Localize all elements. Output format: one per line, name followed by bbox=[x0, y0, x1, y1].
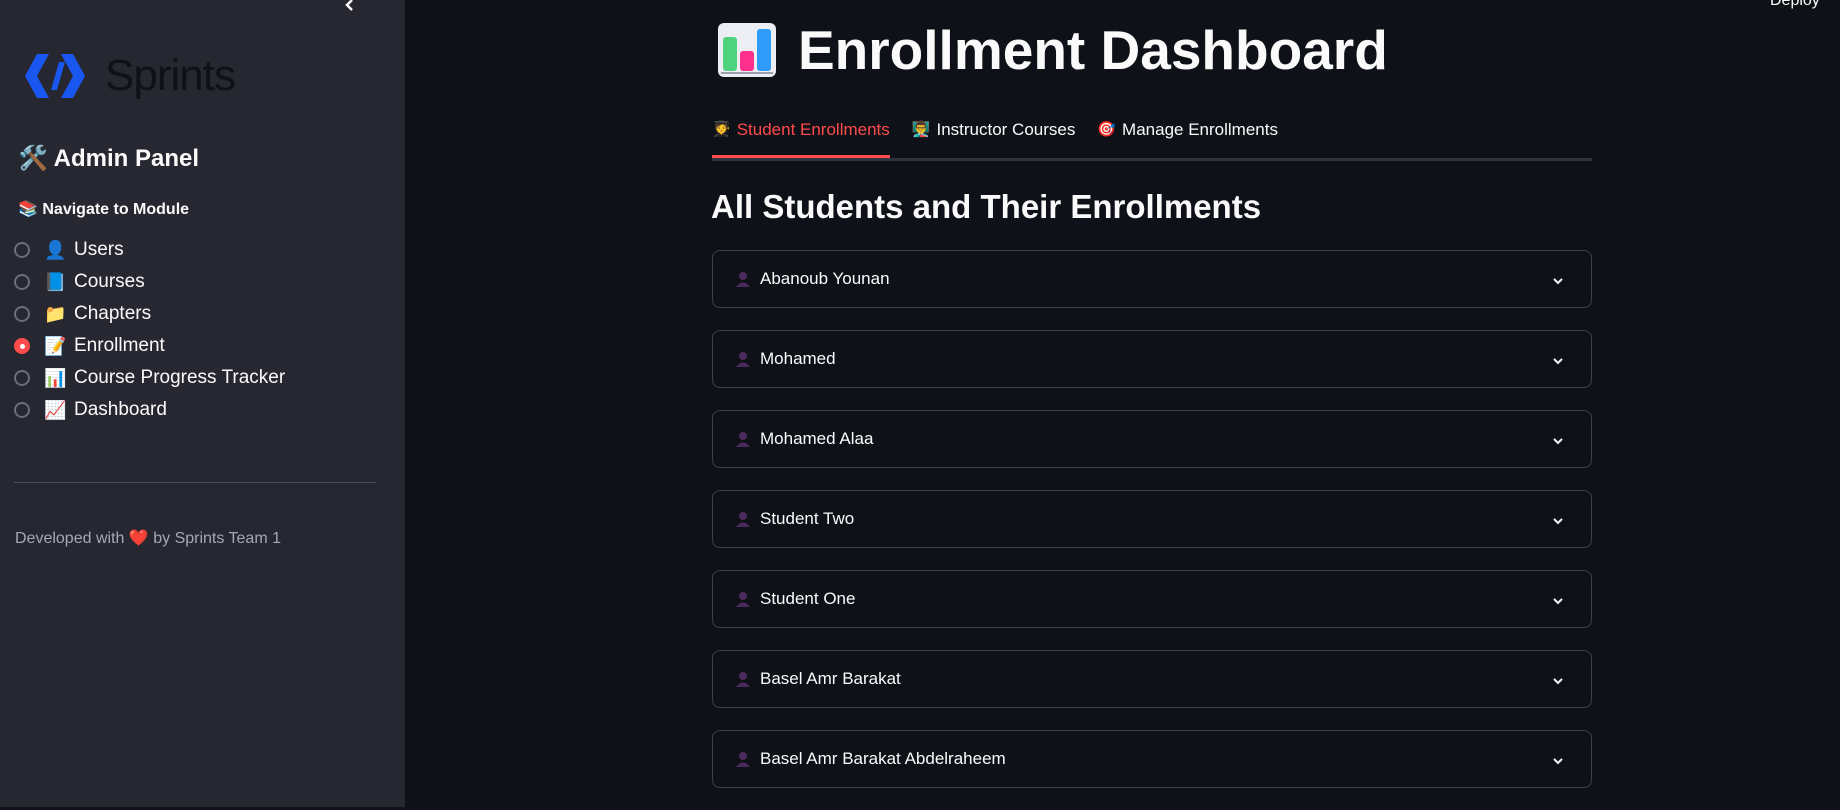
student-name: Basel Amr Barakat bbox=[760, 669, 901, 688]
sidebar-item-users[interactable]: 👤 Users bbox=[14, 234, 285, 266]
sidebar-item-label: Enrollment bbox=[74, 335, 165, 356]
nav-label: 📚 Navigate to Module bbox=[18, 201, 190, 218]
tab-emoji-icon: 👨‍🏫 bbox=[911, 121, 931, 138]
student-name: Basel Amr Barakat Abdelraheem bbox=[760, 749, 1006, 768]
footer-suffix: by Sprints Team 1 bbox=[153, 530, 281, 547]
sidebar-item-label: Chapters bbox=[74, 303, 152, 324]
tab-manage-enrollments[interactable]: 🎯 Manage Enrollments bbox=[1097, 112, 1278, 155]
sidebar-item-label: Course Progress Tracker bbox=[74, 367, 286, 388]
module-radio-group: 👤 Users 📘 Courses 📁 Chapters 📝 Enrollment 📊 Cours… bbox=[14, 234, 285, 426]
student-expander[interactable]: Student One bbox=[712, 570, 1592, 628]
sprints-logo-icon bbox=[25, 54, 85, 98]
sprints-logo: Sprints bbox=[15, 50, 236, 102]
person-icon bbox=[735, 351, 751, 367]
tab-label: Instructor Courses bbox=[936, 120, 1076, 139]
person-icon bbox=[735, 591, 751, 607]
radio-button[interactable] bbox=[14, 338, 30, 354]
nav-emoji-icon: 📊 bbox=[44, 367, 67, 388]
sidebar-item-course-progress-tracker[interactable]: 📊 Course Progress Tracker bbox=[14, 362, 285, 394]
sidebar-item-chapters[interactable]: 📁 Chapters bbox=[14, 298, 285, 330]
sidebar-item-enrollment[interactable]: 📝 Enrollment bbox=[14, 330, 285, 362]
person-icon bbox=[735, 271, 751, 287]
student-expander[interactable]: Student Two bbox=[712, 490, 1592, 548]
student-expander[interactable]: Mohamed bbox=[712, 330, 1592, 388]
sidebar-item-dashboard[interactable]: 📈 Dashboard bbox=[14, 394, 285, 426]
deploy-button[interactable]: Deploy bbox=[1770, 0, 1820, 10]
student-expander[interactable]: Abanoub Younan bbox=[712, 250, 1592, 308]
tab-label: Student Enrollments bbox=[736, 120, 890, 139]
radio-button[interactable] bbox=[14, 370, 30, 386]
sidebar-item-label: Users bbox=[74, 239, 124, 260]
person-icon bbox=[735, 431, 751, 447]
student-name: Student Two bbox=[760, 509, 855, 528]
student-name: Student One bbox=[760, 589, 856, 608]
person-icon bbox=[735, 511, 751, 527]
chevron-down-icon[interactable] bbox=[1553, 353, 1563, 365]
chevron-down-icon[interactable] bbox=[1553, 593, 1563, 605]
sidebar: Sprints 🛠️ Admin Panel 📚 Navigate to Mod… bbox=[0, 0, 405, 807]
radio-button[interactable] bbox=[14, 274, 30, 290]
tab-label: Manage Enrollments bbox=[1122, 120, 1278, 139]
sidebar-divider bbox=[14, 482, 376, 483]
chevron-down-icon[interactable] bbox=[1553, 273, 1563, 285]
heart-icon: ❤️ bbox=[128, 530, 149, 547]
page-title: Enrollment Dashboard bbox=[718, 18, 1388, 82]
student-expander[interactable]: Mohamed Alaa bbox=[712, 410, 1592, 468]
sidebar-item-courses[interactable]: 📘 Courses bbox=[14, 266, 285, 298]
section-title: All Students and Their Enrollments bbox=[711, 188, 1262, 225]
nav-emoji-icon: 📝 bbox=[44, 335, 67, 356]
student-name: Mohamed bbox=[760, 349, 836, 368]
sidebar-item-label: Courses bbox=[74, 271, 145, 292]
radio-button[interactable] bbox=[14, 402, 30, 418]
chevron-left-icon[interactable] bbox=[343, 0, 363, 14]
nav-emoji-icon: 👤 bbox=[44, 239, 67, 260]
sidebar-footer: Developed with ❤️ by Sprints Team 1 bbox=[15, 528, 281, 548]
student-name: Abanoub Younan bbox=[760, 269, 890, 288]
student-expander[interactable]: Basel Amr Barakat Abdelraheem bbox=[712, 730, 1592, 788]
footer-prefix: Developed with bbox=[15, 530, 125, 547]
student-expander[interactable]: Basel Amr Barakat bbox=[712, 650, 1592, 708]
tab-bar: 🧑‍🎓 Student Enrollments 👨‍🏫 Instructor Cour… bbox=[712, 112, 1592, 161]
page-title-text: Enrollment Dashboard bbox=[798, 19, 1388, 81]
chevron-down-icon[interactable] bbox=[1553, 513, 1563, 525]
student-expander-list: Abanoub Younan Mohamed Mohamed Alaa Student… bbox=[712, 250, 1592, 810]
panel-title: 🛠️ Admin Panel bbox=[18, 145, 200, 172]
chevron-down-icon[interactable] bbox=[1553, 753, 1563, 765]
nav-emoji-icon: 📈 bbox=[44, 399, 67, 420]
radio-button[interactable] bbox=[14, 242, 30, 258]
chevron-down-icon[interactable] bbox=[1553, 433, 1563, 445]
tab-instructor-courses[interactable]: 👨‍🏫 Instructor Courses bbox=[912, 112, 1076, 155]
tab-emoji-icon: 🎯 bbox=[1097, 121, 1117, 138]
logo-text: Sprints bbox=[105, 51, 236, 100]
sidebar-item-label: Dashboard bbox=[74, 399, 167, 420]
student-name: Mohamed Alaa bbox=[760, 429, 874, 448]
bar-chart-icon bbox=[718, 23, 776, 77]
radio-button[interactable] bbox=[14, 306, 30, 322]
person-icon bbox=[735, 751, 751, 767]
person-icon bbox=[735, 671, 751, 687]
tab-student-enrollments[interactable]: 🧑‍🎓 Student Enrollments bbox=[712, 112, 890, 158]
nav-emoji-icon: 📘 bbox=[44, 271, 67, 292]
tab-emoji-icon: 🧑‍🎓 bbox=[712, 121, 731, 138]
chevron-down-icon[interactable] bbox=[1553, 673, 1563, 685]
nav-emoji-icon: 📁 bbox=[44, 303, 67, 324]
